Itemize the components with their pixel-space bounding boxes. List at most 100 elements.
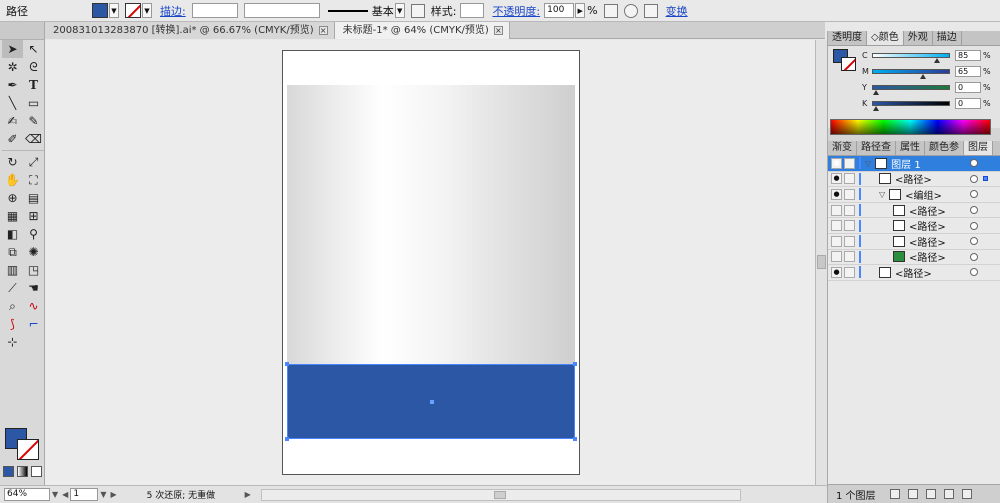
transform-link[interactable]: 变换 <box>666 3 688 19</box>
target-icon[interactable] <box>970 221 978 230</box>
slider-track[interactable] <box>872 84 950 95</box>
reshape-icon[interactable]: ⌐ <box>23 315 44 333</box>
opacity-dropdown-icon[interactable]: ▶ <box>575 3 586 18</box>
color-spectrum[interactable] <box>830 119 991 135</box>
tab-gradient[interactable]: 渐变 <box>828 141 857 155</box>
isolate-icon[interactable] <box>623 3 638 18</box>
tab-appearance[interactable]: 外观 <box>904 31 933 45</box>
selection-handle[interactable] <box>285 362 289 366</box>
curvature-icon[interactable]: ∿ <box>23 297 44 315</box>
anchor-icon[interactable]: ⊹ <box>2 333 23 351</box>
target-icon[interactable] <box>970 268 978 277</box>
lock-toggle[interactable] <box>844 173 855 185</box>
next-artboard-icon[interactable]: ▶ <box>110 490 116 499</box>
stroke-dropdown-icon[interactable]: ▼ <box>142 3 152 18</box>
slice-icon[interactable]: ⟋ <box>2 279 23 297</box>
locate-object-icon[interactable] <box>889 489 900 499</box>
rectangle-icon[interactable]: ▭ <box>23 94 44 112</box>
perspective-grid-icon[interactable]: ▦ <box>2 207 23 225</box>
selection-handle[interactable] <box>285 437 289 441</box>
pen-icon[interactable]: ✒ <box>2 76 23 94</box>
selection-handle[interactable] <box>573 362 577 366</box>
vertical-scrollbar[interactable] <box>815 40 827 487</box>
scroll-thumb[interactable] <box>493 490 506 499</box>
slider-track[interactable] <box>872 52 950 63</box>
line-segment-icon[interactable]: ╲ <box>2 94 23 112</box>
fill-swatch[interactable] <box>92 3 108 18</box>
layer-row[interactable]: ● ▽ <编组> <box>828 187 1000 203</box>
lock-toggle[interactable] <box>844 266 855 278</box>
gradient-icon[interactable]: ◧ <box>2 225 23 243</box>
selection-handle[interactable] <box>573 437 577 441</box>
first-artboard-icon[interactable]: ◀ <box>62 490 68 499</box>
color-mode-icon[interactable] <box>3 466 14 477</box>
zoom-field[interactable]: 64% <box>4 488 50 501</box>
horizontal-scrollbar[interactable] <box>260 488 741 501</box>
tab-document-1[interactable]: 200831013283870 [转换].ai* @ 66.67% (CMYK/… <box>45 22 335 39</box>
slider-k[interactable]: K 0 % <box>862 97 1000 111</box>
slider-knob[interactable] <box>934 57 941 63</box>
clipping-mask-icon[interactable] <box>907 489 918 499</box>
warp-icon[interactable]: ✋ <box>2 171 23 189</box>
slider-track[interactable] <box>872 68 950 79</box>
brush-dropdown-icon[interactable]: ▼ <box>394 3 405 18</box>
blue-rectangle[interactable] <box>287 364 575 439</box>
blend-icon[interactable]: ⧉ <box>2 243 23 261</box>
eye-icon[interactable]: ● <box>831 188 842 200</box>
graphic-style-icon[interactable] <box>410 3 425 18</box>
slider-value[interactable]: 85 <box>955 49 981 61</box>
eraser-icon[interactable]: ⌫ <box>23 130 44 148</box>
live-paint-icon[interactable]: ▤ <box>23 189 44 207</box>
eye-icon[interactable]: ● <box>831 157 842 169</box>
scale-icon[interactable]: ⤢ <box>23 153 44 171</box>
tab-document-2[interactable]: 未标题-1* @ 64% (CMYK/预览) × <box>334 22 510 39</box>
close-icon[interactable]: × <box>318 26 328 35</box>
lock-toggle[interactable] <box>844 235 855 247</box>
slider-value[interactable]: 0 <box>955 81 981 93</box>
tab-color-guide[interactable]: 颜色参 <box>925 141 964 155</box>
magic-wand-icon[interactable]: ✲ <box>2 58 23 76</box>
layer-row[interactable]: <路径> <box>828 218 1000 234</box>
fill-dropdown-icon[interactable]: ▼ <box>109 3 119 18</box>
lock-toggle[interactable] <box>844 157 855 169</box>
gradient-rectangle[interactable] <box>287 85 575 365</box>
eye-icon[interactable]: ● <box>831 173 842 185</box>
paintbrush-icon[interactable]: ✍ <box>2 112 23 130</box>
symbol-sprayer-icon[interactable]: ✺ <box>23 243 44 261</box>
target-icon[interactable] <box>970 190 978 199</box>
shape-builder-icon[interactable]: ⊕ <box>2 189 23 207</box>
zoom-icon[interactable]: ⌕ <box>2 297 23 315</box>
slider-track[interactable] <box>872 100 950 111</box>
direct-selection-icon[interactable]: ↖ <box>23 40 44 58</box>
expand-icon[interactable]: ▽ <box>879 190 885 199</box>
target-icon[interactable] <box>970 252 978 261</box>
target-icon[interactable] <box>970 159 978 168</box>
selection-icon[interactable]: ➤ <box>2 40 23 58</box>
hand-icon[interactable]: ☚ <box>23 279 44 297</box>
artboard[interactable] <box>282 50 580 475</box>
slider-knob[interactable] <box>873 89 879 95</box>
lock-toggle[interactable] <box>844 204 855 216</box>
stroke-color-swatch[interactable] <box>17 439 39 460</box>
slider-knob[interactable] <box>919 73 926 79</box>
tab-stroke[interactable]: 描边 <box>933 31 962 45</box>
none-mode-icon[interactable] <box>31 466 42 477</box>
artboard-dropdown-icon[interactable]: ▼ <box>100 490 106 499</box>
close-icon[interactable]: × <box>493 26 503 35</box>
blob-brush-icon[interactable]: ✐ <box>2 130 23 148</box>
slider-value[interactable]: 65 <box>955 65 981 77</box>
visibility-toggle[interactable] <box>831 251 842 263</box>
tab-color[interactable]: ◇颜色 <box>867 31 904 45</box>
stroke-swatch[interactable] <box>125 3 141 18</box>
target-icon[interactable] <box>970 237 978 246</box>
type-icon[interactable]: T <box>23 76 44 94</box>
align-icon[interactable] <box>643 3 658 18</box>
eyedropper-icon[interactable]: ⚲ <box>23 225 44 243</box>
pencil-icon[interactable]: ✎ <box>23 112 44 130</box>
scroll-thumb[interactable] <box>817 255 826 269</box>
tab-transparency[interactable]: 透明度 <box>828 31 867 45</box>
lock-toggle[interactable] <box>844 220 855 232</box>
stroke-weight-field[interactable] <box>191 3 238 18</box>
new-sublayer-icon[interactable] <box>925 489 936 499</box>
tools-grip[interactable] <box>0 22 44 40</box>
